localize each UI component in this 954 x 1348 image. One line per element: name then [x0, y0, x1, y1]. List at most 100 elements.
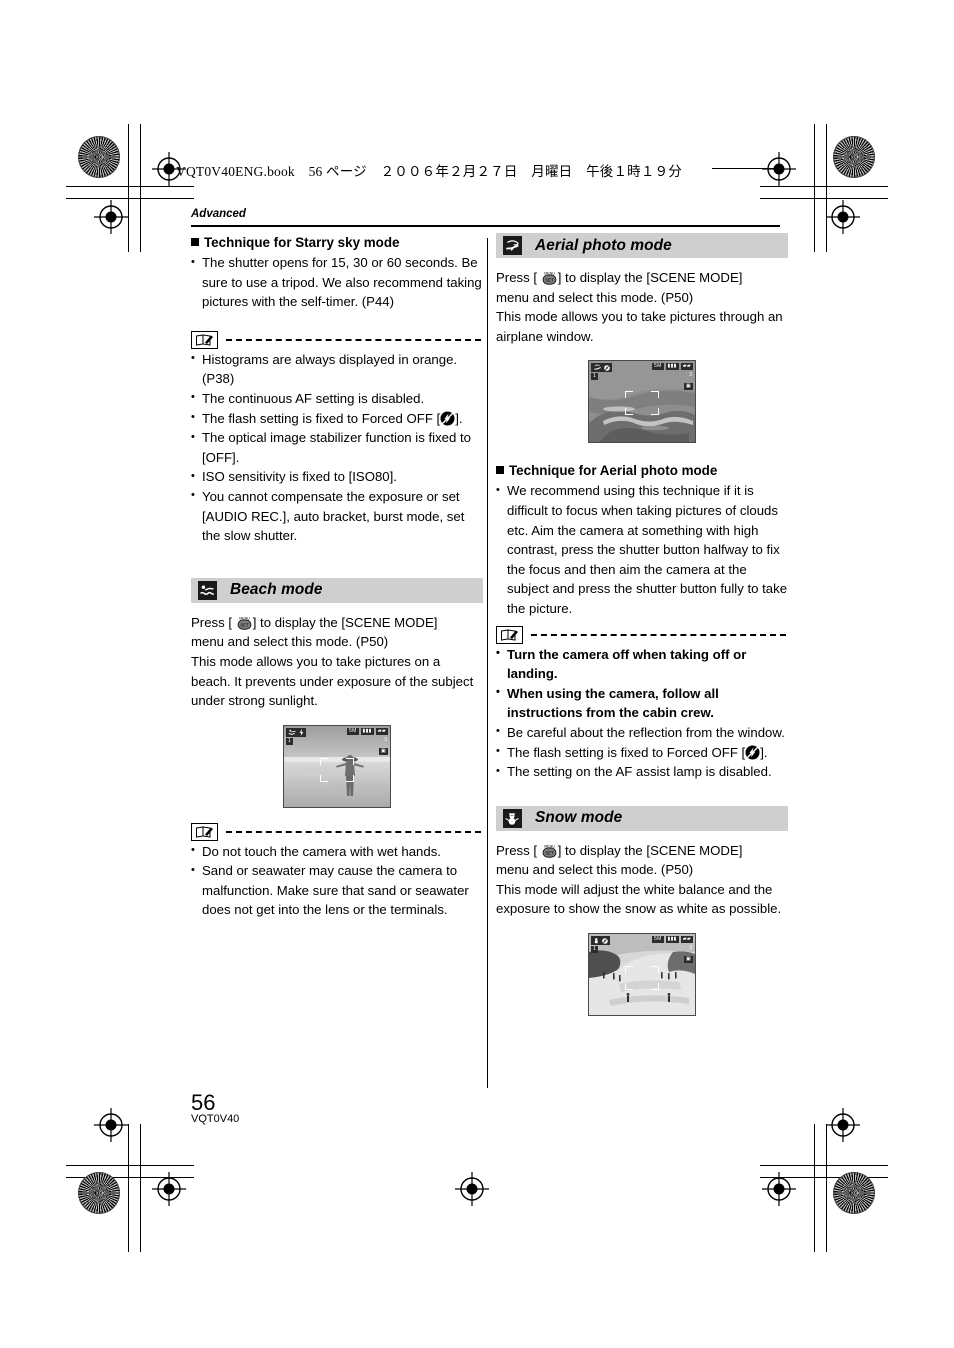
osd-status-group: 5M ▮▮▮ ▰▰ [652, 363, 693, 371]
crop-line [66, 198, 194, 199]
af-corner [320, 757, 328, 765]
crop-line [128, 1124, 129, 1252]
osd-status-group: 5M ▮▮▮ ▰▰ [652, 936, 693, 944]
beach-press-instruction: Press [ MENU SET] to display the [SCENE M… [191, 614, 438, 630]
osd-flash-value: 1 [593, 373, 596, 380]
registration-target [826, 200, 860, 234]
beach-body-line2: menu and select this mode. (P50) [191, 634, 389, 650]
crop-line [66, 1165, 194, 1166]
osd-mode-indicator [591, 936, 610, 946]
list-item: Turn the camera off when taking off or l… [496, 644, 788, 684]
crop-line [760, 1165, 888, 1166]
document-code: VQT0V40 [191, 1113, 240, 1125]
osd-record-mode-icon: ▣ [683, 956, 693, 964]
af-corner [346, 774, 354, 782]
af-corner [651, 408, 659, 416]
aerial-mode-title: Aerial photo mode [535, 236, 672, 254]
black-square-bullet-icon [191, 238, 199, 246]
book-file-header: VQT0V40ENG.book 56 ページ ２００６年２月２７日 月曜日 午後… [176, 164, 682, 179]
crop-line [814, 124, 815, 252]
starry-technique-heading: Technique for Starry sky mode [191, 233, 483, 252]
list-item: You cannot compensate the exposure or se… [191, 486, 483, 546]
crop-line [712, 168, 780, 169]
beach-screenshot-wrapper: 1 5M ▮▮▮ ▰▰ 3 ▣ [191, 724, 483, 808]
list-item: The shutter opens for 15, 30 or 60 secon… [191, 253, 483, 312]
registration-circle [78, 1172, 120, 1214]
svg-text:SET: SET [240, 622, 249, 627]
memo-icon [191, 822, 218, 841]
aerial-press-instruction: Press [ MENU SET] to display the [SCENE M… [496, 270, 743, 285]
osd-exposure-indicator: 1 [591, 373, 598, 381]
column-divider [487, 238, 488, 1088]
osd-battery-icon: ▰▰ [680, 363, 693, 371]
registration-target [826, 1108, 860, 1142]
crop-line [66, 186, 194, 187]
af-frame [320, 757, 354, 782]
snow-body-line2: menu and select this mode. (P50) [496, 862, 694, 878]
memo-divider [191, 822, 483, 842]
beach-screenshot: 1 5M ▮▮▮ ▰▰ 3 ▣ [283, 724, 391, 808]
af-corner [320, 774, 328, 782]
crop-line [140, 1124, 141, 1252]
black-square-bullet-icon [496, 466, 504, 475]
beach-note-bullets: Do not touch the camera with wet hands. … [191, 841, 483, 920]
flash-off-icon [745, 745, 760, 760]
snow-mode-title-bar: Snow mode [496, 805, 788, 831]
registration-target [94, 200, 128, 234]
registration-target [94, 1108, 128, 1142]
crop-line [128, 124, 129, 252]
starry-note-bullets: Histograms are always displayed in orang… [191, 349, 483, 546]
list-item: The optical image stabilizer function is… [191, 428, 483, 467]
list-item: Histograms are always displayed in orang… [191, 349, 483, 389]
osd-flash-value: 1 [288, 737, 291, 744]
list-item: Do not touch the camera with wet hands. [191, 841, 483, 862]
memo-dashed-rule [531, 633, 786, 636]
osd-battery-icon: ▰▰ [680, 936, 693, 944]
memo-dashed-rule [226, 338, 481, 341]
osd-picture-size-icon: 5M [652, 363, 664, 371]
aerial-note-bullets: Turn the camera off when taking off or l… [496, 644, 788, 782]
menu-set-button-icon: MENU SET [541, 270, 558, 285]
af-corner [651, 966, 659, 974]
svg-text:SET: SET [545, 278, 554, 283]
list-item: When using the camera, follow all instru… [496, 683, 788, 723]
right-column: Aerial photo mode Press [ MENU SET] to di… [496, 233, 788, 1017]
osd-mode-indicator [286, 727, 306, 737]
snow-screenshot-wrapper: 1 5M ▮▮▮ ▰▰ 3 ▣ [496, 933, 788, 1017]
osd-exposure-indicator: 1 [286, 737, 293, 745]
registration-target [455, 1172, 489, 1206]
list-item-flash-off: The flash setting is fixed to Forced OFF… [191, 408, 483, 429]
left-column: Technique for Starry sky mode The shutte… [191, 233, 483, 920]
snow-mode-title: Snow mode [535, 809, 623, 827]
osd-battery-icon: ▰▰ [375, 727, 388, 735]
registration-target [762, 1172, 796, 1206]
osd-remaining-count: 3 [689, 945, 692, 952]
aerial-screenshot-wrapper: 1 5M ▮▮▮ ▰▰ 3 ▣ [496, 360, 788, 444]
list-item: We recommend using this technique if it … [496, 481, 788, 618]
crop-line [760, 186, 888, 187]
beach-body-line3: This mode allows you to take pictures on… [191, 653, 474, 709]
crop-line [140, 124, 141, 252]
aerial-body-line3: This mode allows you to take pictures th… [496, 309, 783, 344]
osd-quality-icon: ▮▮▮ [665, 363, 679, 371]
af-frame [625, 966, 659, 991]
list-item: Be careful about the reflection from the… [496, 722, 788, 743]
snowman-icon [503, 808, 522, 828]
snow-screenshot: 1 5M ▮▮▮ ▰▰ 3 ▣ [588, 933, 696, 1017]
af-corner [651, 983, 659, 991]
registration-target [762, 152, 796, 186]
aerial-screenshot: 1 5M ▮▮▮ ▰▰ 3 ▣ [588, 360, 696, 444]
af-frame [625, 391, 659, 416]
osd-status-group: 5M ▮▮▮ ▰▰ [347, 727, 388, 735]
beach-mode-title-bar: Beach mode [191, 577, 483, 603]
osd-remaining-count: 3 [689, 372, 692, 379]
osd-picture-size-icon: 5M [652, 936, 664, 944]
registration-target [152, 1172, 186, 1206]
header-rule [191, 225, 780, 227]
memo-divider [191, 330, 483, 350]
af-corner [625, 391, 633, 399]
starry-technique-bullets: The shutter opens for 15, 30 or 60 secon… [191, 253, 483, 312]
aerial-mode-title-bar: Aerial photo mode [496, 233, 788, 258]
airplane-icon [503, 236, 522, 255]
osd-quality-icon: ▮▮▮ [665, 936, 679, 944]
